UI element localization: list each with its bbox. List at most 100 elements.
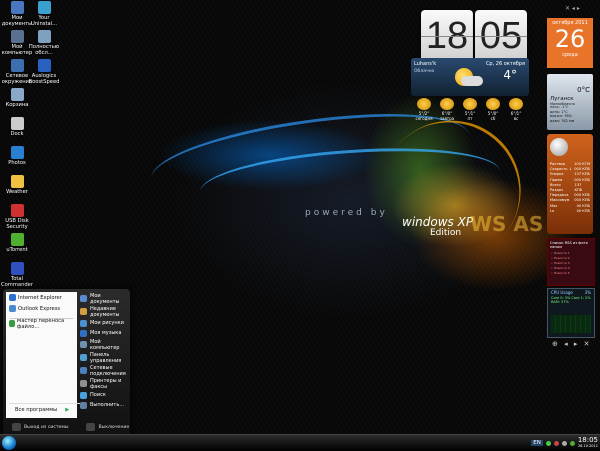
rss-item[interactable]: • Новости 5	[551, 271, 594, 276]
calendar-weekday: среда	[562, 52, 578, 58]
cpu-title-label: CPU Usage	[551, 290, 573, 295]
desktop-icon-label: Photos	[8, 160, 26, 166]
total-commander-icon	[10, 262, 24, 275]
weather2-row: влажн: 78%	[550, 114, 572, 118]
cpu-title: CPU Usage 3%	[548, 289, 594, 296]
cpu-usage-gadget[interactable]: CPU Usage 3% Core 0: 3% Core 1: 2% RAM: …	[547, 288, 595, 338]
start-menu-place[interactable]: Принтеры и факсы	[80, 377, 128, 390]
tray-torrent-icon[interactable]	[569, 440, 575, 446]
cloud-icon	[461, 76, 483, 86]
wallpaper-watermark: WS AS	[470, 212, 544, 236]
place-label: Мои документы	[90, 292, 120, 305]
desktop-icon-label: Dock	[10, 131, 24, 137]
desktop-icon[interactable]: USB Disk Security	[0, 204, 34, 230]
divider	[10, 318, 73, 319]
shutdown-button[interactable]: Выключение	[86, 423, 129, 431]
forecast-label: завтра	[439, 116, 455, 121]
weather-gadget[interactable]: 0°C Луганск Малооблачно ночь: -1°C день:…	[547, 74, 593, 130]
desktop-icon-label: Total Commander	[1, 276, 33, 288]
network-row-key: Lo	[550, 208, 555, 213]
calendar-gadget[interactable]: октября 2011 26 среда	[547, 18, 593, 68]
rss-gadget[interactable]: Список RSS из фото мечом • Новости 1 • Но…	[547, 238, 595, 286]
photos-icon	[10, 146, 24, 159]
network-row-value: 00 КПБ	[576, 208, 590, 213]
gadget-controls[interactable]: ✕ ◂ ▸	[565, 5, 580, 12]
start-menu-place[interactable]: Выполнить...	[80, 400, 128, 410]
service-icon	[37, 30, 51, 43]
clock-minutes: 05	[475, 10, 527, 62]
desktop-icon[interactable]: Total Commander	[0, 262, 34, 288]
start-menu-place[interactable]: Мой компьютер	[80, 338, 128, 351]
weather-icon	[463, 98, 477, 110]
weather-date: Ср, 26 октября	[485, 61, 525, 67]
desktop-icon-label: Auslogics BoostSpeed	[28, 73, 60, 85]
place-label: Недавние документы	[90, 305, 120, 318]
start-button[interactable]	[2, 436, 16, 450]
desktop-icon-label: Корзина	[5, 102, 29, 108]
weather-condition: Облачно	[414, 69, 435, 74]
start-menu-footer: Выход из системы Выключение	[6, 420, 130, 434]
folder-icon	[10, 1, 24, 14]
network-meter-gadget[interactable]: Раствор 100 КГМ Скорость ↓ 000 КПБ Упорка 137…	[547, 134, 593, 234]
cpu-ram: RAM: 37%	[551, 300, 569, 304]
network-row-value: 137 КПБ	[574, 182, 583, 193]
clock-hours: 18	[421, 10, 473, 62]
shutdown-label: Выключение	[98, 424, 130, 430]
desktop-icon[interactable]: Photos	[0, 146, 34, 166]
clock-weather-gadget[interactable]: 18 05 Luhans'k Облачно Ср, 26 октября 4°…	[411, 8, 529, 126]
all-programs-button[interactable]: Все программы ▶	[9, 403, 80, 415]
place-icon	[80, 341, 87, 348]
system-tray: EN 18:05 26.10.2011	[531, 435, 598, 451]
start-menu-program[interactable]: Outlook Express	[6, 303, 77, 314]
cpu-value: 3%	[584, 290, 591, 295]
taskbar-clock[interactable]: 18:05 26.10.2011	[578, 437, 598, 449]
tray-security-icon[interactable]	[553, 440, 559, 446]
weather2-temp: 0°C	[577, 86, 590, 94]
place-label: Мой компьютер	[90, 338, 120, 351]
logoff-icon	[12, 423, 21, 431]
uninstall-icon	[37, 1, 51, 14]
desktop-icon[interactable]: Your Uninstal...	[27, 1, 61, 27]
weather2-row: давл: 762 мм	[550, 118, 575, 123]
desktop-icon[interactable]: Weather	[0, 175, 34, 195]
start-menu-place[interactable]: Недавние документы	[80, 305, 128, 318]
start-menu-place[interactable]: Панель управления	[80, 351, 128, 364]
desktop-icon[interactable]: Корзина	[0, 88, 34, 108]
start-menu-place[interactable]: Поиск	[80, 390, 128, 400]
desktop-icon[interactable]: Полностью обсл...	[27, 30, 61, 56]
weather-city: Luhans'k	[414, 61, 437, 67]
program-label: Мастер переноса файло...	[16, 317, 65, 330]
place-icon	[80, 354, 87, 361]
program-label: Outlook Express	[18, 305, 61, 312]
tray-volume-icon[interactable]	[561, 440, 567, 446]
weather-icon	[486, 98, 500, 110]
boost-icon	[37, 59, 51, 72]
desktop-icon[interactable]: Auslogics BoostSpeed	[27, 59, 61, 85]
desktop-icon[interactable]: uTorrent	[0, 233, 34, 253]
start-menu-place[interactable]: Мои рисунки	[80, 318, 128, 328]
computer-icon	[10, 30, 24, 43]
place-icon	[80, 295, 87, 302]
start-menu-place[interactable]: Моя музыка	[80, 328, 128, 338]
place-icon	[80, 308, 87, 315]
desktop-icon-label: Your Uninstal...	[30, 15, 58, 27]
logoff-button[interactable]: Выход из системы	[12, 423, 68, 431]
wallpaper-edition: Edition	[430, 228, 462, 238]
forecast-day: 6°/0° завтра	[436, 96, 458, 124]
tray-network-icon[interactable]	[545, 440, 551, 446]
start-menu-place[interactable]: Сетевые подключения	[80, 364, 128, 377]
start-menu-program[interactable]: Мастер переноса файло...	[6, 317, 77, 330]
network-rows: Раствор 100 КГМ Скорость ↓ 000 КПБ Упорка 137…	[550, 162, 590, 214]
weather-icon	[440, 98, 454, 110]
place-icon	[80, 319, 87, 327]
start-menu-program[interactable]: Internet Explorer	[6, 292, 77, 303]
start-menu-place[interactable]: Мои документы	[80, 292, 128, 305]
start-menu-right-pane: Мои документы Недавние документы Мои рисун…	[80, 292, 128, 410]
network-icon	[10, 59, 24, 72]
place-label: Принтеры и факсы	[90, 377, 122, 390]
recent-programs: Мастер переноса файло...	[6, 317, 77, 330]
rss-title: Список RSS из фото мечом	[550, 241, 588, 249]
language-indicator[interactable]: EN	[531, 440, 543, 446]
sidebar-controls[interactable]: ⊕ ◂ ▸ ✕	[552, 340, 591, 348]
desktop-icon[interactable]: Dock	[0, 117, 34, 137]
